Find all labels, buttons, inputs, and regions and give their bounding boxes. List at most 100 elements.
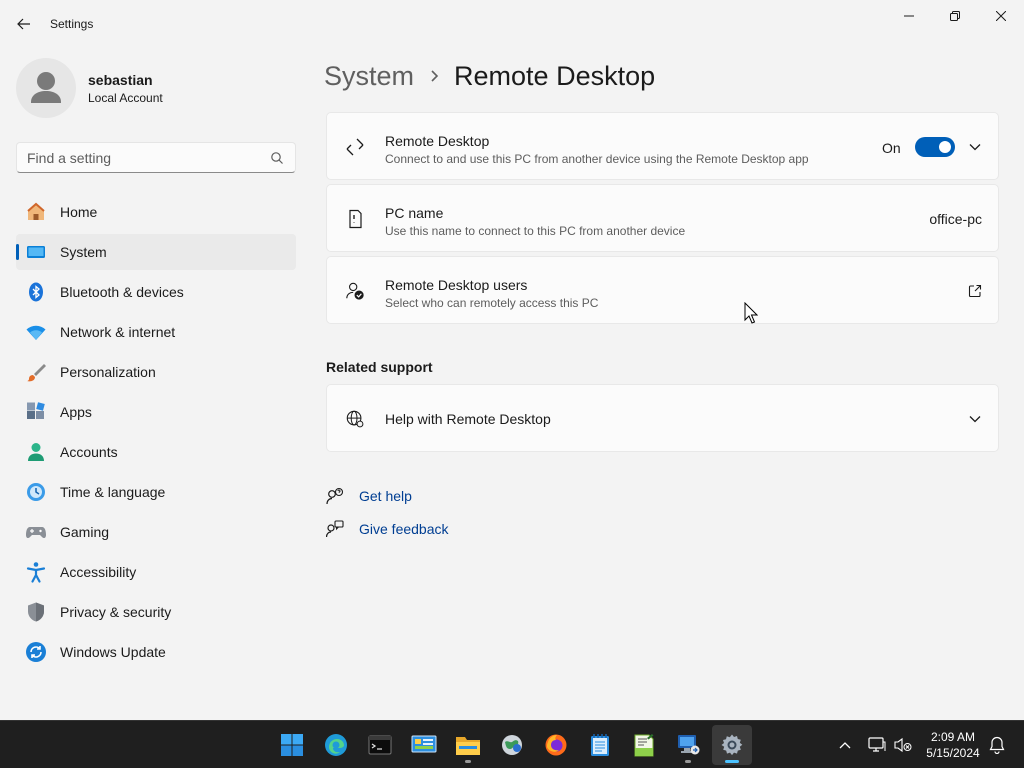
sidebar-item-label: Accessibility	[60, 564, 137, 580]
wifi-icon	[25, 321, 47, 343]
back-button[interactable]	[10, 12, 38, 36]
user-profile[interactable]: sebastian Local Account	[16, 58, 296, 118]
taskbar-control-panel[interactable]	[404, 725, 444, 765]
clock-date: 5/15/2024	[926, 746, 980, 760]
person-avatar-icon	[31, 72, 61, 103]
control-panel-icon	[411, 735, 437, 753]
help-remote-desktop-card[interactable]: Help with Remote Desktop	[326, 384, 999, 452]
taskbar-clock[interactable]: 2:09 AM 5/15/2024	[918, 729, 988, 761]
terminal-icon	[368, 735, 392, 755]
network-status-button[interactable]	[864, 721, 890, 768]
back-arrow-icon	[17, 18, 30, 30]
pc-name-description: Use this name to connect to this PC from…	[385, 224, 686, 238]
network-monitor-icon	[868, 737, 886, 752]
sidebar-item-windows-update[interactable]: Windows Update	[16, 634, 296, 670]
person-icon	[25, 441, 47, 463]
sidebar-item-label: Privacy & security	[60, 604, 172, 620]
account-type: Local Account	[88, 91, 163, 105]
help-person-icon	[326, 487, 344, 505]
sidebar-item-system[interactable]: System	[16, 234, 296, 270]
restore-button[interactable]	[932, 0, 978, 32]
taskbar-terminal[interactable]	[360, 725, 400, 765]
remote-desktop-icon	[345, 137, 365, 157]
help-remote-desktop-title: Help with Remote Desktop	[385, 411, 551, 427]
related-support-heading: Related support	[326, 359, 433, 375]
sidebar-item-personalization[interactable]: Personalization	[16, 354, 296, 390]
sidebar-item-home[interactable]: Home	[16, 194, 296, 230]
brush-icon	[25, 361, 47, 383]
remote-users-description: Select who can remotely access this PC	[385, 296, 599, 310]
taskbar-network-app[interactable]	[492, 725, 532, 765]
minimize-button[interactable]	[886, 0, 932, 32]
sidebar-item-privacy-security[interactable]: Privacy & security	[16, 594, 296, 630]
minimize-icon	[904, 15, 914, 17]
toggle-knob	[939, 141, 951, 153]
get-help-link[interactable]: Get help	[359, 488, 412, 504]
sidebar-item-accessibility[interactable]: Accessibility	[16, 554, 296, 590]
username: sebastian	[88, 72, 153, 88]
sidebar-item-label: Personalization	[60, 364, 156, 380]
chevron-down-icon[interactable]	[967, 139, 983, 155]
feedback-icon	[326, 520, 344, 538]
taskbar-file-explorer[interactable]	[448, 725, 488, 765]
notepad-plus-icon	[634, 734, 654, 757]
search-icon[interactable]	[269, 150, 285, 166]
remote-desktop-card[interactable]: Remote Desktop Connect to and use this P…	[326, 112, 999, 180]
taskbar-settings[interactable]	[712, 725, 752, 765]
page-title: Remote Desktop	[454, 60, 656, 91]
accessibility-icon	[25, 561, 47, 583]
sidebar-item-gaming[interactable]: Gaming	[16, 514, 296, 550]
give-feedback-link[interactable]: Give feedback	[359, 521, 449, 537]
external-link-icon[interactable]	[967, 283, 983, 299]
close-button[interactable]	[978, 0, 1024, 32]
give-feedback-link-row[interactable]: Give feedback	[326, 518, 449, 540]
active-indicator	[725, 760, 739, 763]
firefox-icon	[545, 734, 567, 756]
notifications-button[interactable]	[984, 721, 1010, 768]
sidebar-nav: Home System Bluetooth & devices Network …	[16, 194, 296, 674]
pc-name-card: PC name Use this name to connect to this…	[326, 184, 999, 252]
taskbar-notepad[interactable]	[580, 725, 620, 765]
chevron-right-icon	[430, 69, 440, 83]
taskbar-edge[interactable]	[316, 725, 356, 765]
sidebar-item-time-language[interactable]: Time & language	[16, 474, 296, 510]
remote-desktop-toggle[interactable]	[915, 137, 955, 157]
remote-users-title: Remote Desktop users	[385, 277, 528, 293]
sidebar-item-accounts[interactable]: Accounts	[16, 434, 296, 470]
volume-muted-button[interactable]	[890, 721, 916, 768]
restore-icon	[950, 11, 960, 21]
breadcrumb-parent[interactable]: System	[324, 61, 414, 92]
sidebar-item-apps[interactable]: Apps	[16, 394, 296, 430]
system-icon	[25, 241, 47, 263]
home-icon	[25, 201, 47, 223]
speaker-muted-icon	[894, 737, 912, 753]
apps-icon	[25, 401, 47, 423]
search-input[interactable]	[17, 143, 267, 172]
sidebar-item-network[interactable]: Network & internet	[16, 314, 296, 350]
get-help-link-row[interactable]: Get help	[326, 485, 412, 507]
edge-browser-icon	[325, 734, 347, 756]
globe-help-icon	[345, 409, 365, 429]
chevron-down-icon[interactable]	[967, 411, 983, 427]
breadcrumb: System Remote Desktop	[324, 58, 655, 94]
remote-desktop-users-card[interactable]: Remote Desktop users Select who can remo…	[326, 256, 999, 324]
pc-name-value: office-pc	[929, 211, 982, 227]
clock-globe-icon	[25, 481, 47, 503]
folder-icon	[456, 737, 480, 755]
sidebar-item-label: Time & language	[60, 484, 166, 500]
taskbar-start-button[interactable]	[272, 725, 312, 765]
gamepad-icon	[25, 521, 47, 543]
sidebar-item-bluetooth[interactable]: Bluetooth & devices	[16, 274, 296, 310]
remote-desktop-title: Remote Desktop	[385, 133, 490, 149]
taskbar-firefox[interactable]	[536, 725, 576, 765]
remote-desktop-description: Connect to and use this PC from another …	[385, 152, 809, 166]
remote-connection-icon	[678, 735, 700, 755]
running-indicator	[685, 760, 691, 763]
taskbar-notepad-plus[interactable]	[624, 725, 664, 765]
show-hidden-icons-button[interactable]	[832, 721, 858, 768]
shield-icon	[25, 601, 47, 623]
mouse-cursor-icon	[744, 302, 758, 324]
sidebar-item-label: System	[60, 244, 107, 260]
sidebar-item-label: Accounts	[60, 444, 118, 460]
taskbar-remote-desktop-app[interactable]	[668, 725, 708, 765]
